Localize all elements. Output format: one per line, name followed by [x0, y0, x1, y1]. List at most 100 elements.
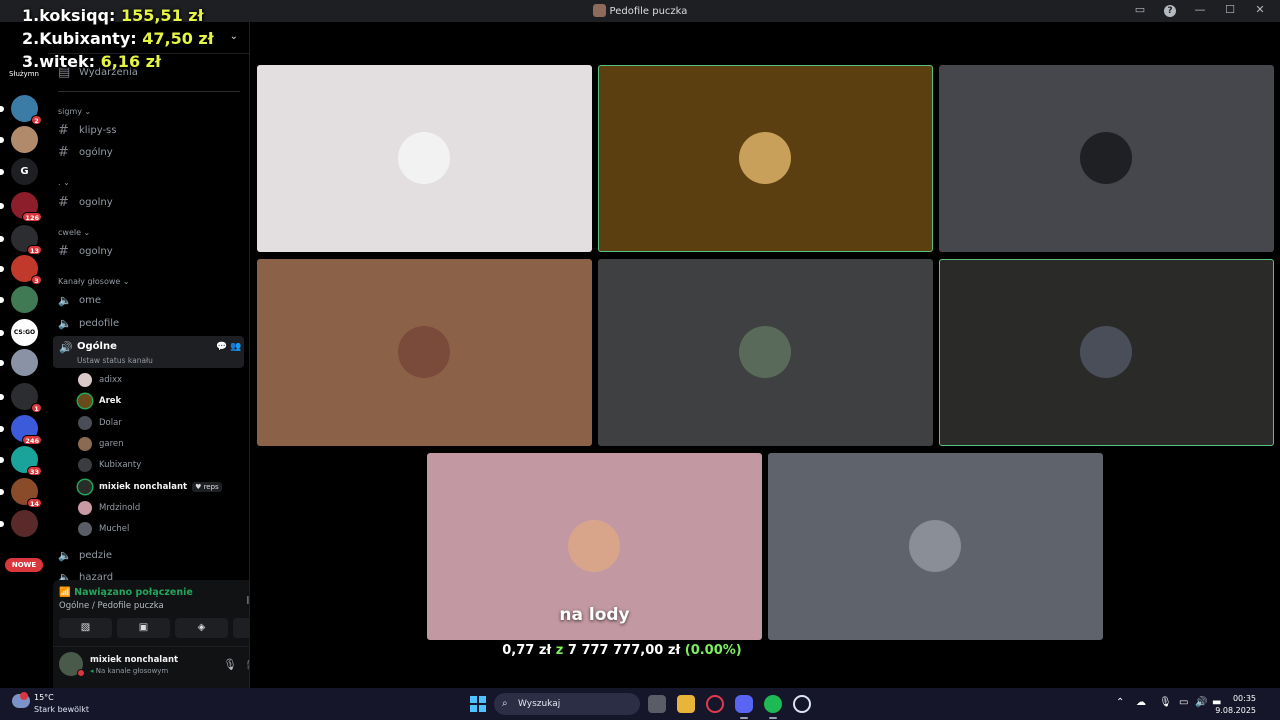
server-7-icon[interactable]: [0, 349, 38, 376]
unread-pill: [0, 426, 4, 432]
camera-button[interactable]: ▧: [59, 618, 112, 638]
channel-ogolny[interactable]: # ogólny: [56, 142, 244, 162]
microphone-tray-icon[interactable]: 🎙: [1159, 697, 1172, 708]
tile-dolar[interactable]: [939, 65, 1274, 252]
chat-icon[interactable]: 💬: [216, 342, 227, 352]
category-dot[interactable]: . ⌄: [58, 178, 70, 187]
channel-ogolny-3[interactable]: # ogolny: [56, 241, 244, 261]
unread-pill: [0, 137, 4, 143]
discord-icon[interactable]: [735, 695, 753, 713]
unread-pill: [0, 330, 4, 336]
voice-channel-pedofile[interactable]: 🔈 pedofile: [56, 313, 244, 333]
server-8-icon[interactable]: 1: [0, 383, 42, 413]
mention-badge: 1: [31, 403, 42, 413]
task-view-icon[interactable]: [648, 695, 666, 713]
inbox-icon[interactable]: ▭: [1134, 3, 1146, 17]
start-button[interactable]: [470, 696, 486, 712]
voice-user[interactable]: Kubixanty: [78, 456, 141, 474]
user-name[interactable]: mixiek nonchalant: [90, 655, 178, 665]
avatar: [739, 326, 791, 378]
steam-icon[interactable]: [793, 695, 811, 713]
unread-pill: [0, 457, 4, 463]
unread-pill: [0, 106, 4, 112]
voice-user[interactable]: Arek: [78, 392, 121, 410]
server-3-icon[interactable]: 126: [0, 192, 42, 222]
chevron-up-icon[interactable]: ⌃: [1116, 697, 1124, 708]
category-sigmy[interactable]: sigmy ⌄: [58, 107, 91, 116]
server-4-icon[interactable]: 13: [0, 225, 42, 255]
unread-pill: [0, 236, 4, 242]
server-11-icon[interactable]: 14: [0, 478, 42, 508]
connection-channel[interactable]: Ogólne / Pedofile puczka: [59, 601, 164, 611]
server-6-icon[interactable]: [0, 286, 38, 313]
spotify-icon[interactable]: [764, 695, 782, 713]
voice-user[interactable]: Mrdzinold: [78, 499, 140, 517]
cloud-icon[interactable]: ☁: [1136, 697, 1146, 708]
voice-channel-ogolne[interactable]: 🔊 Ogólne Ustaw status kanału 💬 👥: [53, 336, 244, 368]
avatar: [78, 458, 92, 473]
connection-status[interactable]: 📶 Nawiązano połączenie: [59, 587, 193, 598]
tile-arek[interactable]: [598, 65, 933, 252]
search-box[interactable]: ⌕ Wyszukaj: [494, 693, 640, 715]
tile-mixiek[interactable]: [939, 259, 1274, 446]
server-g-icon[interactable]: G: [0, 158, 38, 185]
mention-badge: 13: [26, 245, 42, 255]
category-cwele[interactable]: cwele ⌄: [58, 228, 90, 237]
set-channel-status[interactable]: Ustaw status kanału: [77, 356, 153, 365]
headphones-icon[interactable]: 🎧: [246, 658, 249, 671]
server-9-icon[interactable]: 246: [0, 415, 42, 445]
server-2-icon[interactable]: [0, 126, 38, 153]
clan-tag: ♥ reps: [192, 481, 222, 492]
opera-icon[interactable]: [706, 695, 724, 713]
activity-button[interactable]: ◈: [175, 618, 228, 638]
tile-garen[interactable]: [257, 259, 592, 446]
minimize-button[interactable]: —: [1194, 3, 1206, 17]
new-badge[interactable]: NOWE: [5, 558, 43, 572]
microphone-icon[interactable]: 🎙: [223, 658, 237, 671]
category-voice[interactable]: Kanały głosowe ⌄: [58, 277, 130, 286]
clock[interactable]: 00:35 9.08.2025: [1215, 693, 1256, 717]
screen-share-button[interactable]: ▣: [117, 618, 170, 638]
voice-user[interactable]: mixiek nonchalant ♥ reps: [78, 478, 222, 496]
tile-muchel[interactable]: [768, 453, 1103, 640]
channel-ogolny-2[interactable]: # ogolny: [56, 192, 244, 212]
unread-pill: [0, 489, 4, 495]
noise-suppression-icon[interactable]: 〣: [245, 592, 249, 608]
server-10-icon[interactable]: 33: [0, 446, 42, 476]
channel-klipy-ss[interactable]: # klipy-ss: [56, 120, 244, 140]
mention-badge: 3: [31, 275, 42, 285]
chevron-down-icon: ⌄: [229, 31, 238, 42]
avatar: [1080, 326, 1132, 378]
voice-user[interactable]: adixx: [78, 371, 122, 389]
tile-kubixanty[interactable]: [598, 259, 933, 446]
volume-icon[interactable]: 🔊: [1195, 697, 1207, 708]
user-status: ◂ Na kanale głosowym: [90, 667, 169, 675]
soundboard-button[interactable]: ✦: [233, 618, 249, 638]
weather-description[interactable]: Stark bewölkt: [34, 705, 89, 714]
avatar: [568, 520, 620, 572]
server-csgo-icon[interactable]: CS:GO: [0, 319, 38, 346]
help-icon[interactable]: ?: [1164, 3, 1176, 17]
tile-adixx[interactable]: [257, 65, 592, 252]
status-dot: [77, 669, 85, 677]
voice-channel-ome[interactable]: 🔈 ome: [56, 290, 244, 310]
tile-mrdzinold[interactable]: na lody: [427, 453, 762, 640]
avatar: [398, 326, 450, 378]
donor-rank-2: 2.Kubixanty: 47,50 zł: [22, 29, 214, 48]
close-button[interactable]: ✕: [1254, 3, 1266, 17]
file-explorer-icon[interactable]: [677, 695, 695, 713]
server-12-icon[interactable]: [0, 510, 38, 537]
network-icon[interactable]: ▭: [1179, 697, 1188, 708]
invite-icon[interactable]: 👥: [230, 342, 241, 352]
server-5-icon[interactable]: 3: [0, 255, 42, 285]
weather-temp[interactable]: 15°C: [34, 693, 54, 702]
maximize-button[interactable]: ☐: [1224, 3, 1236, 17]
unread-pill: [0, 297, 4, 303]
hash-icon: #: [58, 243, 69, 259]
voice-user[interactable]: Muchel: [78, 520, 129, 538]
voice-user[interactable]: Dolar: [78, 414, 122, 432]
voice-channel-pedzie[interactable]: 🔈 pedzie: [56, 545, 244, 565]
hash-icon: #: [58, 194, 69, 210]
server-1-icon[interactable]: 2: [0, 95, 42, 125]
voice-user[interactable]: garen: [78, 435, 124, 453]
